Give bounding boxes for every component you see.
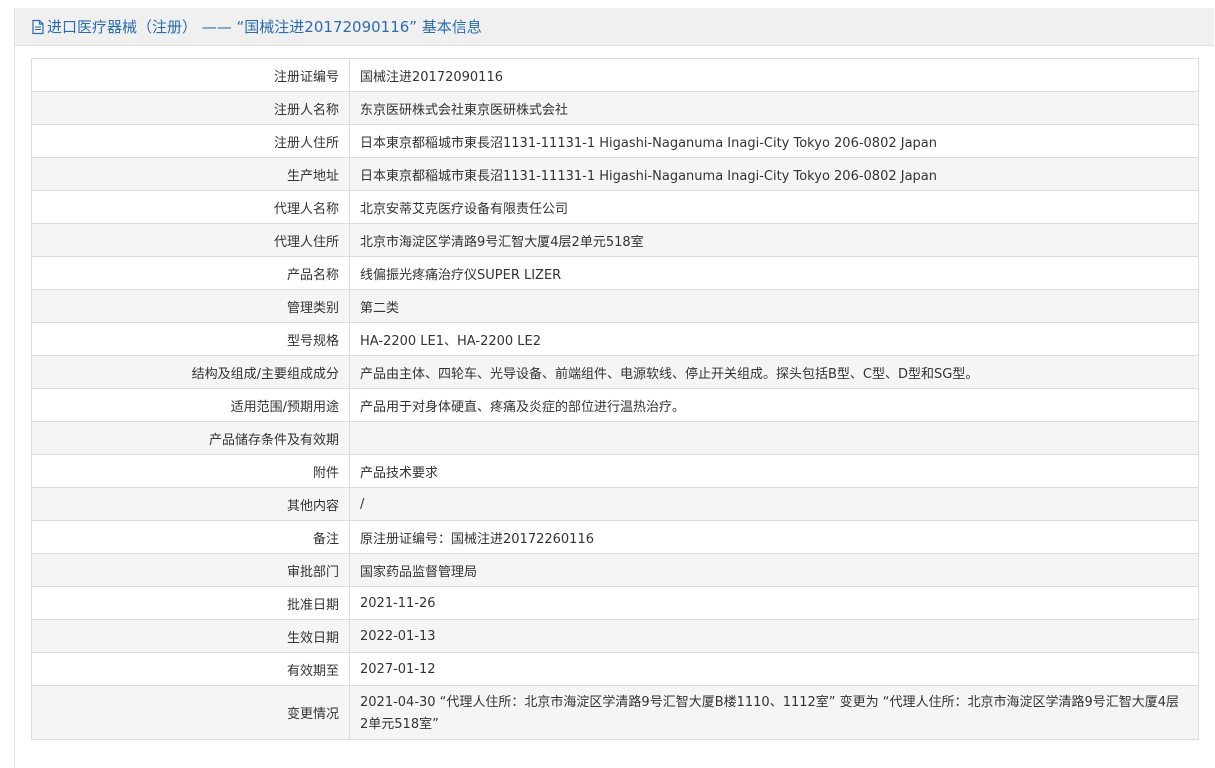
table-row: 结构及组成/主要组成成分 产品由主体、四轮车、光导设备、前端组件、电源软线、停止开…: [31, 355, 1199, 389]
table-row: 代理人住所 北京市海淀区学清路9号汇智大厦4层2单元518室: [31, 223, 1199, 257]
table-row: 生产地址 日本東京都稲城市東長沼1131-11131-1 Higashi-Naga…: [31, 157, 1199, 191]
row-label: 生产地址: [31, 157, 350, 191]
table-row: 适用范围/预期用途 产品用于对身体硬直、疼痛及炎症的部位进行温热治疗。: [31, 388, 1199, 422]
row-label: 审批部门: [31, 553, 350, 587]
document-icon: [31, 19, 45, 35]
table-row: 代理人名称 北京安蒂艾克医疗设备有限责任公司: [31, 190, 1199, 224]
table-row: 管理类别 第二类: [31, 289, 1199, 323]
table-row: 批准日期 2021-11-26: [31, 586, 1199, 620]
row-value: 2022-01-13: [349, 619, 1199, 653]
row-value: 东京医研株式会社東京医研株式会社: [349, 91, 1199, 125]
table-row: 变更情况 2021-04-30 “代理人住所：北京市海淀区学清路9号汇智大厦B楼1…: [31, 685, 1199, 740]
row-label: 备注: [31, 520, 350, 554]
page: 进口医疗器械（注册） —— “国械注进20172090116” 基本信息 注册证…: [0, 0, 1215, 768]
row-value: 北京市海淀区学清路9号汇智大厦4层2单元518室: [349, 223, 1199, 257]
row-value: 第二类: [349, 289, 1199, 323]
row-value: [349, 421, 1199, 455]
table-row: 其他内容 /: [31, 487, 1199, 521]
row-label: 产品名称: [31, 256, 350, 290]
row-value: 国械注进20172090116: [349, 58, 1199, 92]
row-value: 北京安蒂艾克医疗设备有限责任公司: [349, 190, 1199, 224]
table-row: 审批部门 国家药品监督管理局: [31, 553, 1199, 587]
row-value: 2027-01-12: [349, 652, 1199, 686]
panel-title: 进口医疗器械（注册） —— “国械注进20172090116” 基本信息: [31, 17, 482, 37]
info-panel: 进口医疗器械（注册） —— “国械注进20172090116” 基本信息 注册证…: [14, 8, 1214, 768]
row-value: HA-2200 LE1、HA-2200 LE2: [349, 322, 1199, 356]
row-label: 管理类别: [31, 289, 350, 323]
row-value: 产品用于对身体硬直、疼痛及炎症的部位进行温热治疗。: [349, 388, 1199, 422]
row-value: 线偏振光疼痛治疗仪SUPER LIZER: [349, 256, 1199, 290]
row-label: 型号规格: [31, 322, 350, 356]
table-row: 注册人名称 东京医研株式会社東京医研株式会社: [31, 91, 1199, 125]
table-row: 产品名称 线偏振光疼痛治疗仪SUPER LIZER: [31, 256, 1199, 290]
row-label: 产品储存条件及有效期: [31, 421, 350, 455]
row-label: 注册人名称: [31, 91, 350, 125]
row-label: 变更情况: [31, 685, 350, 740]
row-label: 注册人住所: [31, 124, 350, 158]
panel-header: 进口医疗器械（注册） —— “国械注进20172090116” 基本信息: [15, 8, 1214, 46]
row-label: 结构及组成/主要组成成分: [31, 355, 350, 389]
table-row: 型号规格 HA-2200 LE1、HA-2200 LE2: [31, 322, 1199, 356]
row-label: 代理人名称: [31, 190, 350, 224]
row-value: 产品技术要求: [349, 454, 1199, 488]
panel-title-text: 进口医疗器械（注册） —— “国械注进20172090116” 基本信息: [47, 18, 482, 36]
row-label: 生效日期: [31, 619, 350, 653]
registration-info-table: 注册证编号 国械注进20172090116 注册人名称 东京医研株式会社東京医研株式…: [31, 58, 1199, 740]
row-label: 批准日期: [31, 586, 350, 620]
table-row: 注册证编号 国械注进20172090116: [31, 58, 1199, 92]
row-value: 2021-11-26: [349, 586, 1199, 620]
row-label: 附件: [31, 454, 350, 488]
row-value: 国家药品监督管理局: [349, 553, 1199, 587]
row-value: /: [349, 487, 1199, 521]
row-label: 代理人住所: [31, 223, 350, 257]
row-label: 有效期至: [31, 652, 350, 686]
table-row: 有效期至 2027-01-12: [31, 652, 1199, 686]
row-label: 注册证编号: [31, 58, 350, 92]
row-value: 原注册证编号：国械注进20172260116: [349, 520, 1199, 554]
table-row: 附件 产品技术要求: [31, 454, 1199, 488]
row-value: 日本東京都稲城市東長沼1131-11131-1 Higashi-Naganuma…: [349, 124, 1199, 158]
table-row: 备注 原注册证编号：国械注进20172260116: [31, 520, 1199, 554]
row-value: 产品由主体、四轮车、光导设备、前端组件、电源软线、停止开关组成。探头包括B型、C…: [349, 355, 1199, 389]
row-label: 其他内容: [31, 487, 350, 521]
table-row: 注册人住所 日本東京都稲城市東長沼1131-11131-1 Higashi-Nag…: [31, 124, 1199, 158]
table-row: 产品储存条件及有效期: [31, 421, 1199, 455]
table-row: 生效日期 2022-01-13: [31, 619, 1199, 653]
row-value: 日本東京都稲城市東長沼1131-11131-1 Higashi-Naganuma…: [349, 157, 1199, 191]
row-label: 适用范围/预期用途: [31, 388, 350, 422]
row-value: 2021-04-30 “代理人住所：北京市海淀区学清路9号汇智大厦B楼1110、…: [349, 685, 1199, 740]
